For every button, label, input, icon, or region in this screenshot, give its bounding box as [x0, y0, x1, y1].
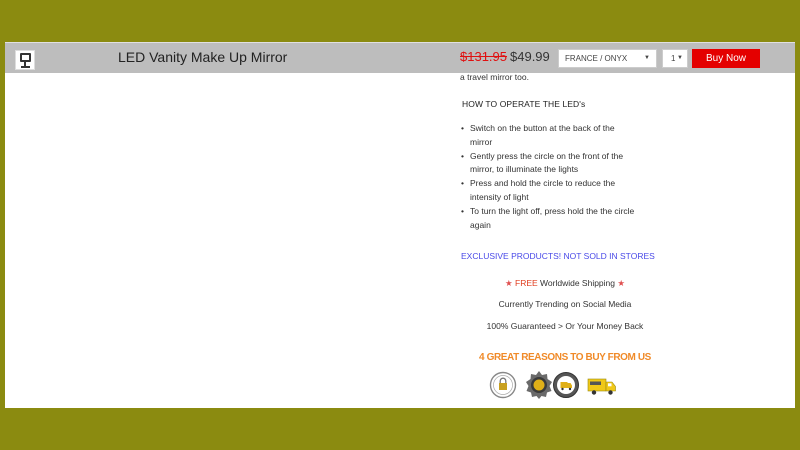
shipping-line: ★ FREE Worldwide Shipping ★ [460, 278, 670, 289]
list-item: • Gently press the circle on the front of… [461, 150, 624, 175]
bullet-icon: • [461, 178, 464, 189]
free-label: FREE [515, 278, 538, 288]
buy-now-button[interactable]: Buy Now [692, 49, 760, 68]
sale-price: $49.99 [510, 49, 550, 64]
description-text: a travel mirror too. [460, 72, 529, 82]
reasons-heading: 4 GREAT REASONS TO BUY FROM US [479, 352, 651, 363]
product-page: LED Vanity Make Up Mirror $131.95 $49.99… [5, 42, 795, 408]
product-title: LED Vanity Make Up Mirror [118, 49, 288, 65]
original-price: $131.95 [460, 49, 507, 64]
bullet-icon: • [461, 123, 464, 133]
guarantee-line: 100% Guaranteed > Or Your Money Back [486, 321, 644, 331]
instructions-list: • Switch on the button at the back of the… [460, 122, 660, 232]
list-item: • Switch on the button at the back of the… [461, 123, 615, 147]
howto-heading: HOW TO OPERATE THE LED's [462, 99, 586, 109]
100-percent-guarantee-badge-icon [526, 371, 552, 399]
list-item: • To turn the light off, press hold the t… [461, 205, 635, 230]
secure-checkout-badge-icon [489, 371, 517, 399]
worldwide-shipping-badge-icon [553, 372, 579, 398]
free-delivery-truck-icon [587, 378, 616, 395]
exclusive-notice: EXCLUSIVE PRODUCTS! NOT SOLD IN STORES [461, 251, 655, 261]
variant-select[interactable]: FRANCE / ONYX ▼ [558, 49, 657, 68]
mirror-icon [20, 53, 31, 62]
list-item: • Press and hold the circle to reduce the… [461, 178, 616, 202]
dropdown-arrow-icon: ▼ [677, 55, 683, 61]
dropdown-arrow-icon: ▼ [644, 55, 650, 61]
bullet-icon: • [461, 150, 464, 161]
sticky-add-to-cart-bar: LED Vanity Make Up Mirror $131.95 $49.99… [5, 42, 795, 73]
product-thumbnail[interactable] [15, 50, 35, 70]
star-icon: ★ [505, 278, 513, 288]
star-icon: ★ [617, 278, 625, 288]
variant-select-value: FRANCE / ONYX [565, 54, 628, 63]
bullet-icon: • [461, 205, 464, 216]
quantity-select[interactable]: 1 ▼ [662, 49, 688, 68]
shipping-text: Worldwide Shipping [537, 278, 618, 288]
trending-line: Currently Trending on Social Media [498, 299, 632, 309]
quantity-select-value: 1 [671, 54, 676, 63]
